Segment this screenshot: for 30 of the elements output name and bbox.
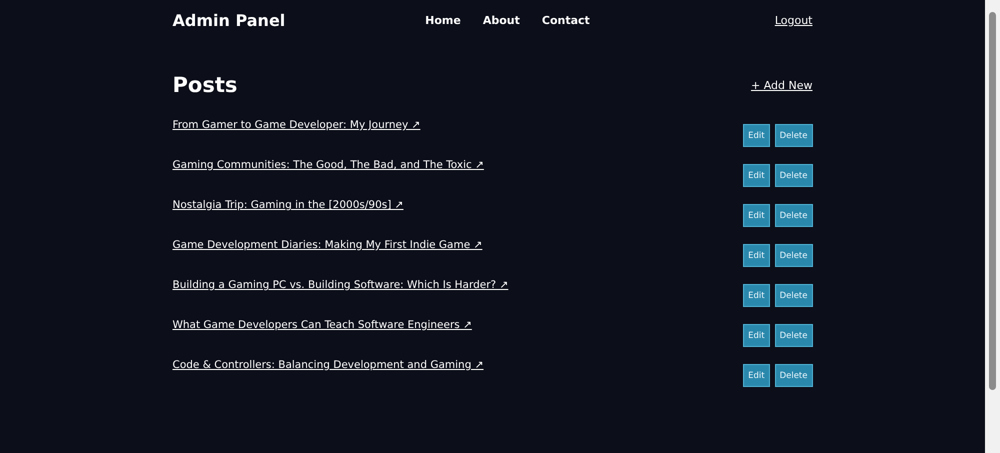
add-new-link[interactable]: + Add New [751,78,812,92]
nav-link[interactable]: About [482,14,520,26]
post-link[interactable]: Game Development Diaries: Making My First Indie Game ↗ [172,239,482,251]
delete-button[interactable]: Delete [774,324,812,347]
post-link[interactable]: Code & Controllers: Balancing Development and Gaming ↗ [172,359,484,371]
scrollbar[interactable] [985,0,1000,453]
edit-button[interactable]: Edit [743,364,770,387]
post-link[interactable]: Gaming Communities: The Good, The Bad, and The Toxic ↗ [172,159,484,171]
page-title: Posts [172,73,238,97]
delete-button[interactable]: Delete [774,204,812,227]
delete-button[interactable]: Delete [774,164,812,187]
edit-button[interactable]: Edit [743,164,770,187]
edit-button[interactable]: Edit [743,284,770,307]
edit-button[interactable]: Edit [743,324,770,347]
post-link[interactable]: From Gamer to Game Developer: My Journey ↗ [172,119,420,131]
site-title: Admin Panel [172,10,286,30]
delete-button[interactable]: Delete [774,284,812,307]
delete-button[interactable]: Delete [774,244,812,267]
nav-link[interactable]: Contact [542,14,590,26]
edit-button[interactable]: Edit [743,244,770,267]
delete-button[interactable]: Delete [774,364,812,387]
edit-button[interactable]: Edit [743,124,770,147]
post-link[interactable]: Nostalgia Trip: Gaming in the [2000s/90s] ↗ [172,199,404,211]
scrollbar-thumb[interactable] [989,12,996,390]
delete-button[interactable]: Delete [774,124,812,147]
post-link[interactable]: What Game Developers Can Teach Software Engineers ↗ [172,319,472,331]
logout-link[interactable]: Logout [609,14,812,26]
nav-link[interactable]: Home [425,14,461,26]
post-link[interactable]: Building a Gaming PC vs. Building Software: Which Is Harder? ↗ [172,279,508,291]
edit-button[interactable]: Edit [743,204,770,227]
